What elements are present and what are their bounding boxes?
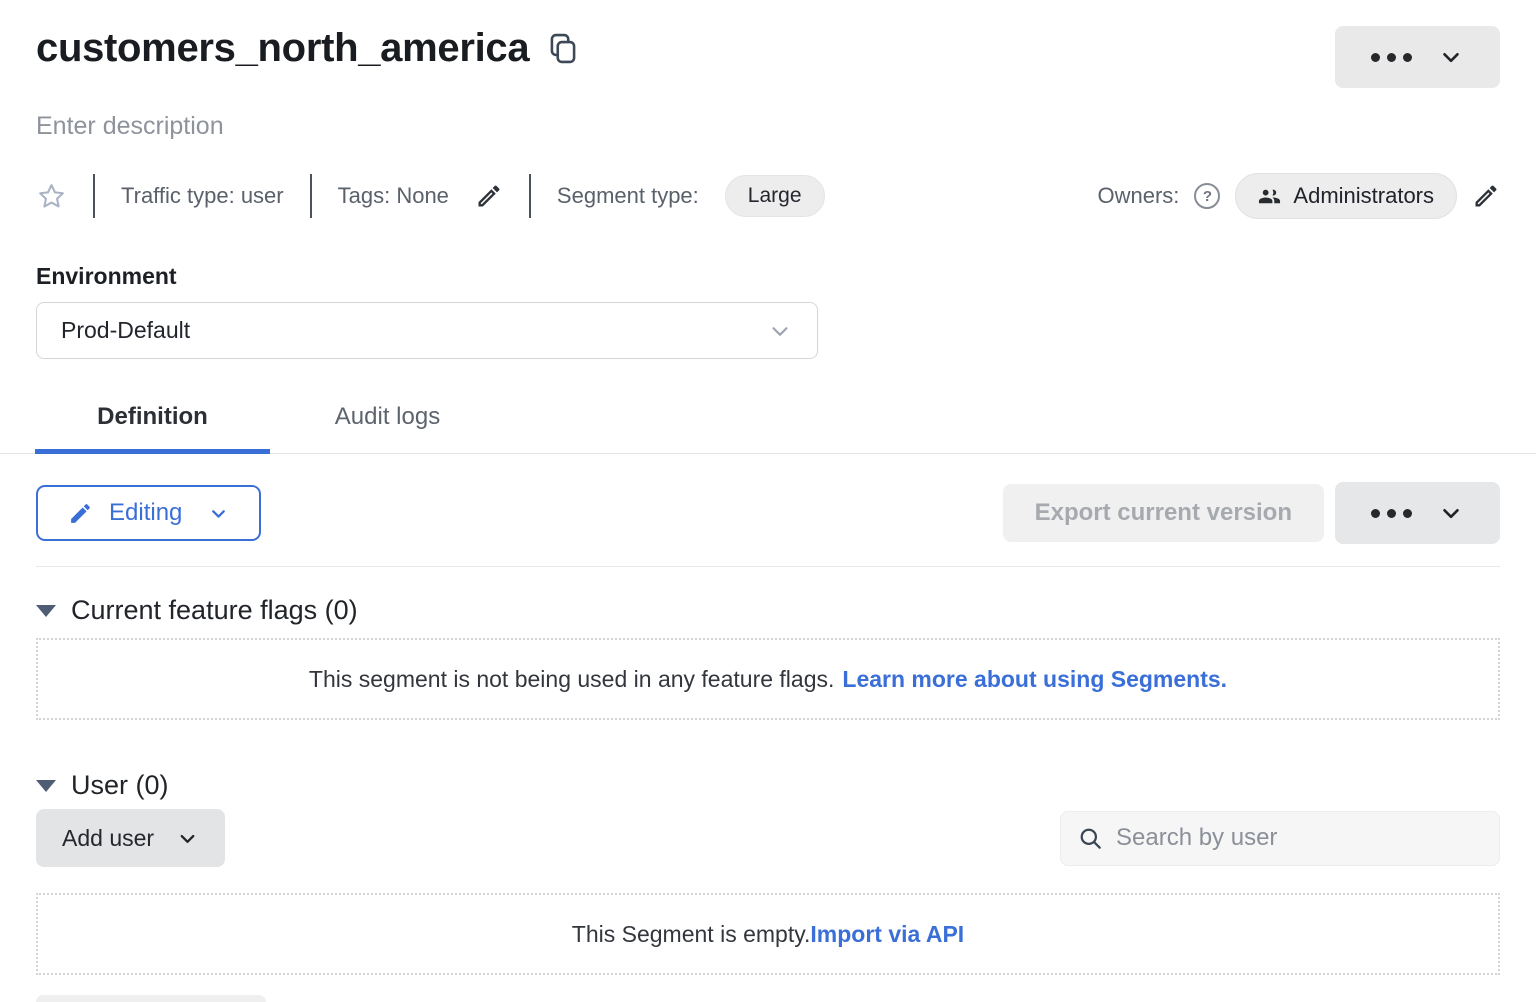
question-circle-icon[interactable]: ? [1194,183,1220,209]
page-header: customers_north_america [36,26,1500,88]
chevron-down-icon [1438,500,1464,526]
caret-down-icon [36,605,56,617]
environment-selected-value: Prod-Default [61,317,190,344]
add-user-button[interactable]: Add user [36,809,225,867]
chevron-down-icon [1438,44,1464,70]
divider [529,174,531,218]
segment-detail-page: customers_north_america Enter descriptio… [0,0,1536,1002]
export-current-version-button[interactable]: Export current version [1003,484,1324,542]
partially-visible-element [36,995,266,1002]
edit-tags-button[interactable] [475,182,503,210]
feature-flags-section-header[interactable]: Current feature flags (0) [36,595,1500,626]
traffic-type-label: Traffic type: user [121,183,284,209]
chevron-down-icon [767,318,793,344]
import-via-api-link[interactable]: Import via API [810,921,964,948]
owners-chip[interactable]: Administrators [1235,173,1457,219]
meta-row: Traffic type: user Tags: None Segment ty… [36,173,1500,219]
owners-value: Administrators [1293,183,1434,209]
edit-owners-button[interactable] [1472,182,1500,210]
caret-down-icon [36,780,56,792]
page-title: customers_north_america [36,26,529,71]
add-user-label: Add user [62,825,154,852]
pencil-icon [475,182,503,210]
copy-icon [549,32,577,65]
owners-label: Owners: [1097,183,1179,209]
editing-status-button[interactable]: Editing [36,485,261,541]
search-by-user-box [1060,811,1500,866]
feature-flags-section-title: Current feature flags (0) [71,595,358,626]
people-icon [1258,185,1281,208]
tab-definition[interactable]: Definition [35,395,270,453]
definition-toolbar: Editing Export current version [36,482,1500,544]
environment-label: Environment [36,263,1500,290]
environment-select[interactable]: Prod-Default [36,302,818,359]
editing-label: Editing [109,499,182,527]
tags-label: Tags: None [338,183,449,209]
feature-flags-empty-state: This segment is not being used in any fe… [36,638,1500,720]
copy-name-button[interactable] [549,32,577,65]
segment-empty-text: This Segment is empty. [572,921,811,948]
page-more-actions-button[interactable] [1335,26,1500,88]
segment-type-label: Segment type: [557,183,699,209]
pencil-icon [1472,182,1500,210]
description-placeholder[interactable]: Enter description [36,112,1500,141]
ellipsis-icon [1371,509,1412,518]
tab-bar: Definition Audit logs [0,395,1536,454]
divider [310,174,312,218]
learn-more-link[interactable]: Learn more about using Segments. [842,666,1227,693]
user-controls-row: Add user [36,809,1500,867]
segment-empty-state: This Segment is empty. Import via API [36,893,1500,975]
segment-type-badge: Large [725,175,825,217]
star-icon [36,181,67,212]
divider [93,174,95,218]
pencil-icon [68,501,93,526]
definition-more-actions-button[interactable] [1335,482,1500,544]
search-icon [1077,825,1104,852]
search-by-user-input[interactable] [1114,823,1483,853]
divider [36,566,1500,567]
chevron-down-icon [176,827,199,850]
favorite-star-button[interactable] [36,181,67,212]
user-section-header[interactable]: User (0) [36,770,1500,801]
user-section-title: User (0) [71,770,169,801]
feature-flags-empty-text: This segment is not being used in any fe… [309,666,834,693]
ellipsis-icon [1371,53,1412,62]
chevron-down-icon [208,503,229,524]
tab-audit-logs[interactable]: Audit logs [270,395,505,453]
